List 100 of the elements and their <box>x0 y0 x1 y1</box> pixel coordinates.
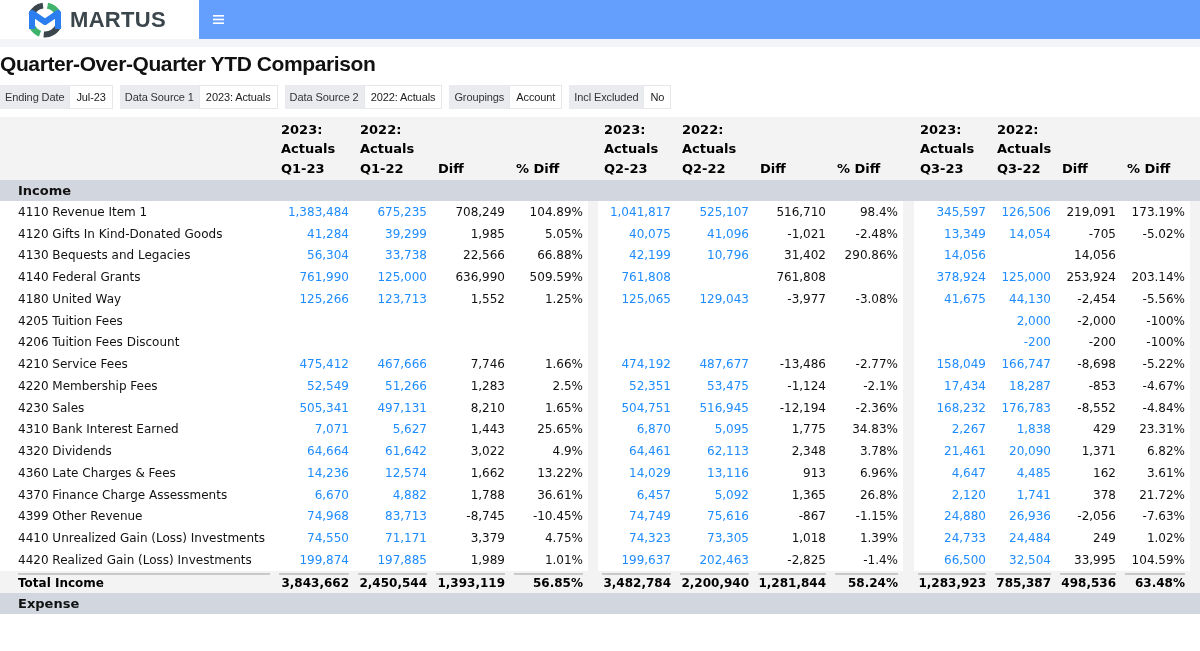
amount-link[interactable]: 61,642 <box>385 444 427 459</box>
amount-link[interactable]: 176,783 <box>1001 400 1051 415</box>
amount-link[interactable]: 2,000 <box>1016 313 1051 328</box>
amount-link[interactable]: 64,664 <box>307 444 349 459</box>
amount-link[interactable]: 40,075 <box>629 226 671 241</box>
table-cell: 1.65% <box>544 400 583 415</box>
amount-link[interactable]: 1,041,817 <box>609 204 671 219</box>
amount-link[interactable]: 123,713 <box>377 291 427 306</box>
amount-link[interactable]: 24,733 <box>944 531 986 546</box>
amount-link[interactable]: 5,092 <box>714 487 749 502</box>
amount-link[interactable]: 2,120 <box>951 487 986 502</box>
amount-link[interactable]: 129,043 <box>699 291 749 306</box>
amount-link[interactable]: 24,880 <box>944 509 986 524</box>
amount-link[interactable]: 74,323 <box>629 531 671 546</box>
amount-link[interactable]: 74,550 <box>307 531 349 546</box>
amount-link[interactable]: 345,597 <box>936 204 986 219</box>
amount-link[interactable]: 7,071 <box>314 422 349 437</box>
amount-link[interactable]: 12,574 <box>385 465 427 480</box>
amount-link[interactable]: 197,885 <box>377 552 427 567</box>
menu-icon[interactable] <box>213 15 224 24</box>
amount-link[interactable]: 168,232 <box>936 400 986 415</box>
amount-link[interactable]: 125,000 <box>377 270 427 285</box>
total-value: 1,393,119 <box>437 575 505 590</box>
table-cell: -3,977 <box>787 291 826 306</box>
table-cell: -8,552 <box>1077 400 1116 415</box>
amount-link[interactable]: 467,666 <box>377 357 427 372</box>
amount-link[interactable]: 51,266 <box>385 378 427 393</box>
amount-link[interactable]: 378,924 <box>936 270 986 285</box>
amount-link[interactable]: 5,095 <box>714 422 749 437</box>
amount-link[interactable]: 39,299 <box>385 226 427 241</box>
amount-link[interactable]: 44,130 <box>1009 291 1051 306</box>
amount-link[interactable]: 525,107 <box>699 204 749 219</box>
amount-link[interactable]: 21,461 <box>944 444 986 459</box>
amount-link[interactable]: 1,741 <box>1016 487 1051 502</box>
amount-link[interactable]: 487,677 <box>699 357 749 372</box>
amount-link[interactable]: 41,096 <box>707 226 749 241</box>
amount-link[interactable]: 199,637 <box>621 552 671 567</box>
amount-link[interactable]: 13,116 <box>707 465 749 480</box>
amount-link[interactable]: 125,065 <box>621 291 671 306</box>
amount-link[interactable]: 497,131 <box>377 400 427 415</box>
amount-link[interactable]: 675,235 <box>377 204 427 219</box>
amount-link[interactable]: 761,990 <box>299 270 349 285</box>
amount-link[interactable]: 1,383,484 <box>287 204 349 219</box>
amount-link[interactable]: 6,457 <box>636 487 671 502</box>
amount-link[interactable]: 516,945 <box>699 400 749 415</box>
amount-link[interactable]: 126,506 <box>1001 204 1051 219</box>
amount-link[interactable]: 199,874 <box>299 552 349 567</box>
amount-link[interactable]: 17,434 <box>944 378 986 393</box>
amount-link[interactable]: 26,936 <box>1009 509 1051 524</box>
amount-link[interactable]: 10,796 <box>707 248 749 263</box>
amount-link[interactable]: 166,747 <box>1001 357 1051 372</box>
amount-link[interactable]: 53,475 <box>707 378 749 393</box>
amount-link[interactable]: 125,266 <box>299 291 349 306</box>
amount-link[interactable]: 158,049 <box>936 357 986 372</box>
amount-link[interactable]: 475,412 <box>299 357 349 372</box>
amount-link[interactable]: 74,968 <box>307 509 349 524</box>
amount-link[interactable]: 474,192 <box>621 357 671 372</box>
amount-link[interactable]: 4,485 <box>1016 465 1051 480</box>
amount-link[interactable]: 14,056 <box>944 248 986 263</box>
amount-link[interactable]: -200 <box>1023 335 1051 350</box>
amount-link[interactable]: 18,287 <box>1009 378 1051 393</box>
amount-link[interactable]: 20,090 <box>1009 444 1051 459</box>
amount-link[interactable]: 2,267 <box>951 422 986 437</box>
amount-link[interactable]: 6,670 <box>314 487 349 502</box>
table-cell: 1,018 <box>791 531 826 546</box>
table-cell: 23.31% <box>1139 422 1185 437</box>
amount-link[interactable]: 13,349 <box>944 226 986 241</box>
amount-link[interactable]: 52,351 <box>629 378 671 393</box>
amount-link[interactable]: 14,236 <box>307 465 349 480</box>
amount-link[interactable]: 83,713 <box>385 509 427 524</box>
amount-link[interactable]: 71,171 <box>385 531 427 546</box>
amount-link[interactable]: 202,463 <box>699 552 749 567</box>
amount-link[interactable]: 74,749 <box>629 509 671 524</box>
amount-link[interactable]: 4,647 <box>951 465 986 480</box>
amount-link[interactable]: 56,304 <box>307 248 349 263</box>
amount-link[interactable]: 6,870 <box>636 422 671 437</box>
amount-link[interactable]: 14,029 <box>629 465 671 480</box>
amount-link[interactable]: 5,627 <box>392 422 427 437</box>
amount-link[interactable]: 42,199 <box>629 248 671 263</box>
amount-link[interactable]: 62,113 <box>707 444 749 459</box>
table-cell: 3.78% <box>859 444 898 459</box>
amount-link[interactable]: 14,054 <box>1009 226 1051 241</box>
amount-link[interactable]: 504,751 <box>621 400 671 415</box>
amount-link[interactable]: 66,500 <box>944 552 986 567</box>
amount-link[interactable]: 4,882 <box>392 487 427 502</box>
amount-link[interactable]: 125,000 <box>1001 270 1051 285</box>
total-value: 63.48% <box>1135 575 1185 590</box>
amount-link[interactable]: 1,838 <box>1016 422 1051 437</box>
amount-link[interactable]: 64,461 <box>629 444 671 459</box>
amount-link[interactable]: 33,738 <box>385 248 427 263</box>
amount-link[interactable]: 24,484 <box>1009 531 1051 546</box>
amount-link[interactable]: 52,549 <box>307 378 349 393</box>
amount-link[interactable]: 73,305 <box>707 531 749 546</box>
amount-link[interactable]: 761,808 <box>621 270 671 285</box>
table-cell: -867 <box>798 509 826 524</box>
amount-link[interactable]: 41,675 <box>944 291 986 306</box>
amount-link[interactable]: 41,284 <box>307 226 349 241</box>
amount-link[interactable]: 75,616 <box>707 509 749 524</box>
amount-link[interactable]: 505,341 <box>299 400 349 415</box>
amount-link[interactable]: 32,504 <box>1009 552 1051 567</box>
